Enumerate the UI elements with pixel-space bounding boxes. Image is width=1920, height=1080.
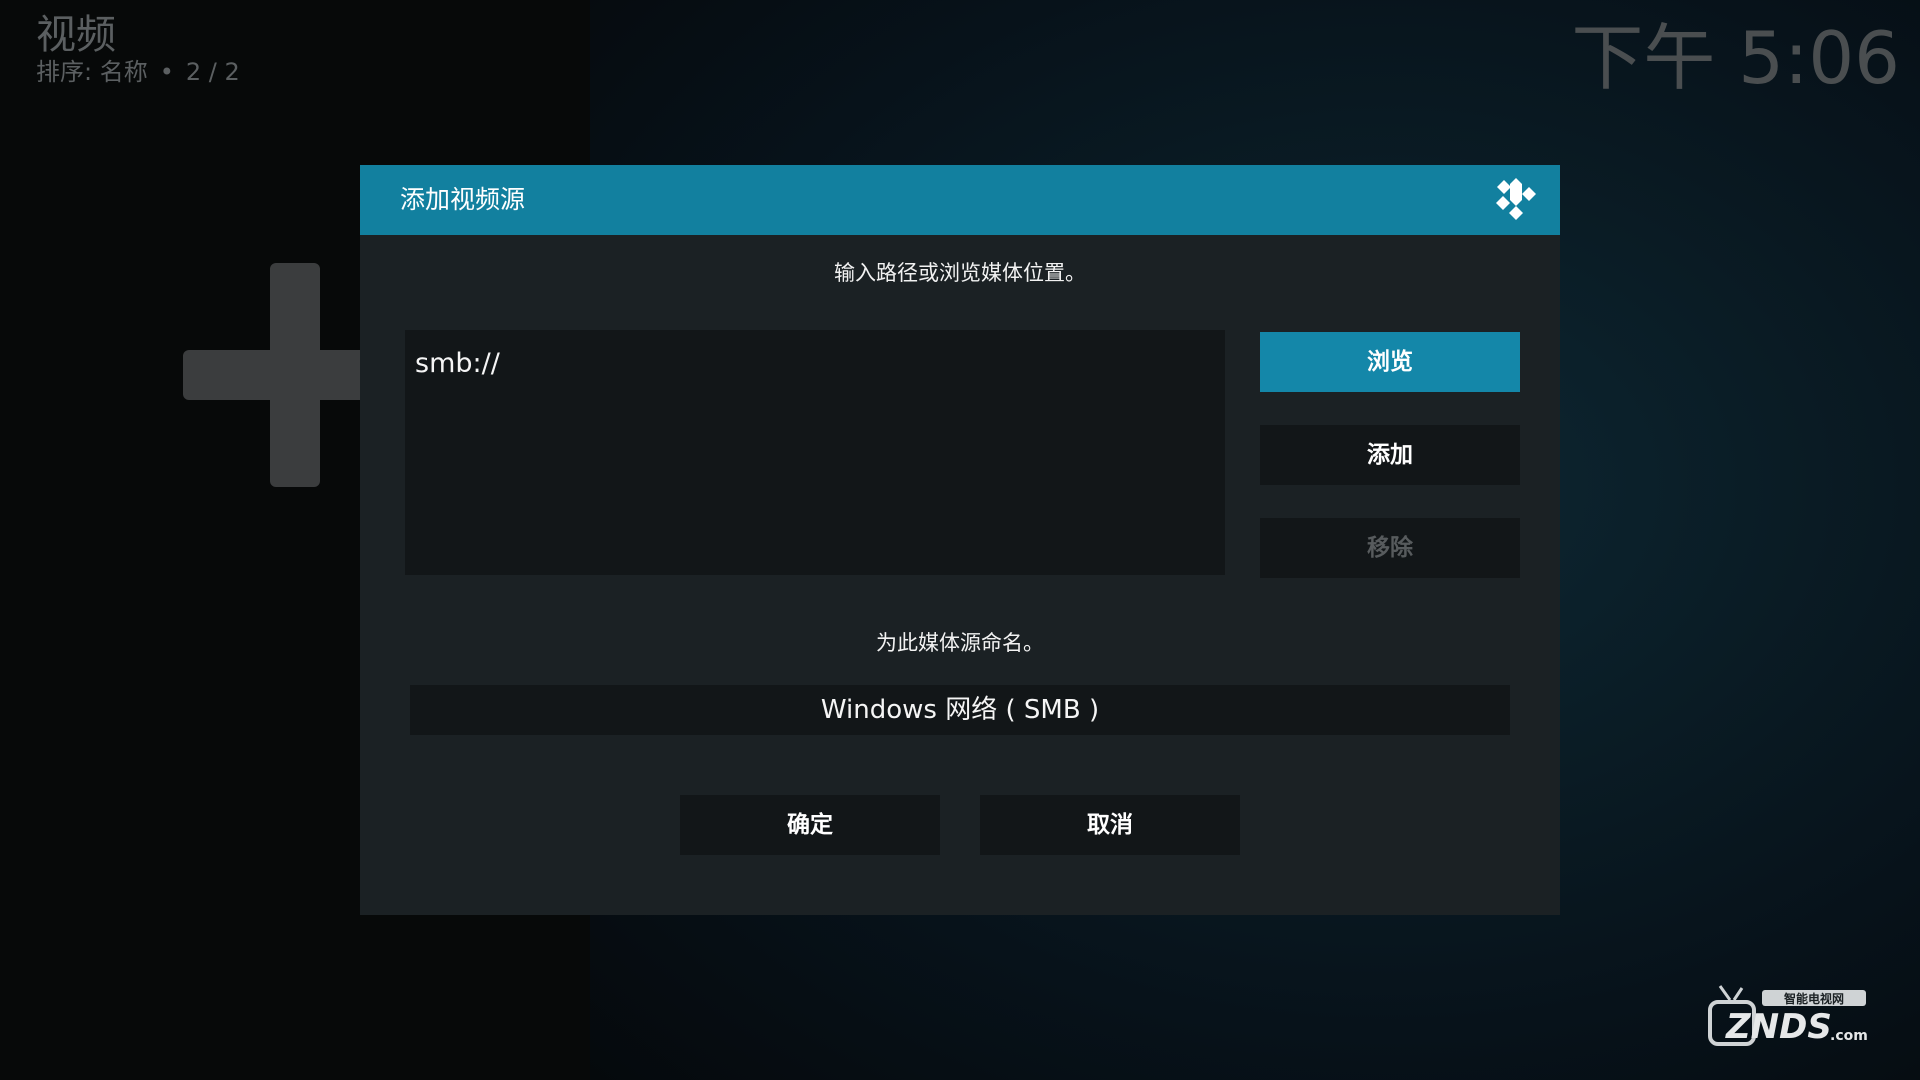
remove-button[interactable]: 移除 [1260,518,1520,578]
path-input[interactable]: smb:// [405,330,1225,575]
page-count: 2 / 2 [185,58,240,86]
ok-button[interactable]: 确定 [680,795,940,855]
watermark-brand: ZNDS [1725,1007,1832,1047]
add-video-source-dialog: 添加视频源 输入路径或浏览媒体位置。 smb:// 浏览 添加 移除 为此媒体源… [360,165,1560,915]
add-button[interactable]: 添加 [1260,425,1520,485]
znds-watermark-logo-icon: 智能电视网 ZNDS .com [1708,985,1868,1047]
name-prompt: 为此媒体源命名。 [876,631,1044,655]
sort-info: 排序: 名称 • 2 / 2 [36,56,240,88]
window-title: 视频 [36,12,116,58]
browse-button[interactable]: 浏览 [1260,332,1520,392]
clock: 下午 5:06 [1571,16,1900,100]
dialog-header: 添加视频源 [360,165,1560,235]
separator-dot: • [159,58,174,86]
cancel-button[interactable]: 取消 [980,795,1240,855]
kodi-logo-icon [1496,178,1536,220]
source-name-input[interactable]: Windows 网络 ( SMB ) [410,685,1510,735]
path-prompt: 输入路径或浏览媒体位置。 [834,261,1086,285]
sort-label: 排序: 名称 [36,58,148,86]
watermark-tagline: 智能电视网 [1783,991,1844,1006]
watermark-suffix: .com [1830,1028,1868,1044]
dialog-title: 添加视频源 [400,185,526,214]
